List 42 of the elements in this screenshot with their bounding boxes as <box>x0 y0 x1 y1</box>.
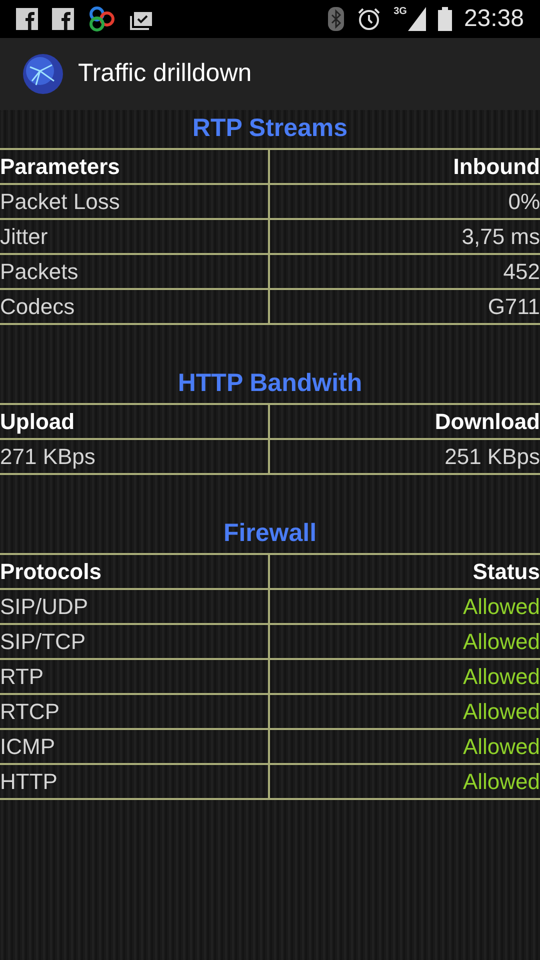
table-cell-text: HTTP <box>0 768 58 796</box>
table-cell-text: RTCP <box>0 698 60 726</box>
battery-icon <box>438 7 452 31</box>
section-title: RTP Streams <box>192 113 348 144</box>
table-cell-text: Jitter <box>0 222 48 250</box>
clock-time: 23:38 <box>464 7 524 31</box>
section-title: HTTP Bandwith <box>178 368 362 400</box>
section-title: Firewall <box>223 518 317 550</box>
status-value: Allowed <box>462 698 540 726</box>
bluetooth-icon <box>328 7 344 31</box>
status-value: Allowed <box>462 662 540 690</box>
column-header: Status <box>472 558 540 586</box>
status-value: Allowed <box>462 628 540 656</box>
table-cell-text: ICMP <box>0 732 55 760</box>
table-cell-text: 251 KBps <box>444 442 540 471</box>
column-header: Upload <box>0 408 75 436</box>
table-cell-text: SIP/UDP <box>0 592 88 620</box>
column-header: Download <box>434 408 540 436</box>
table-cell-text: SIP/TCP <box>0 628 86 656</box>
column-header: Inbound <box>453 152 540 180</box>
table-cell-text: Codecs <box>0 292 75 320</box>
globe-network-icon <box>22 53 64 95</box>
status-value: Allowed <box>462 732 540 760</box>
column-header: Parameters <box>0 152 120 180</box>
alarm-clock-icon <box>356 7 382 31</box>
network-type: 3G <box>394 7 407 17</box>
status-value: Allowed <box>462 592 540 620</box>
status-value: Allowed <box>462 768 540 796</box>
facebook-icon <box>16 8 38 30</box>
table-cell-text: Packets <box>0 258 78 286</box>
table-cell-text: 271 KBps <box>0 442 96 471</box>
table-cell-text: RTP <box>0 662 44 690</box>
table-cell-text: G711 <box>488 292 540 320</box>
table-cell-text: 3,75 ms <box>462 222 540 250</box>
table-cell-text: 0% <box>508 188 540 216</box>
column-header: Protocols <box>0 558 102 586</box>
facebook-icon <box>52 8 74 30</box>
table-cell-text: Packet Loss <box>0 188 120 216</box>
screen-title: Traffic drilldown <box>78 58 252 90</box>
table-cell-text: 452 <box>503 258 540 286</box>
rings-icon <box>88 6 116 32</box>
signal-icon <box>408 7 426 31</box>
